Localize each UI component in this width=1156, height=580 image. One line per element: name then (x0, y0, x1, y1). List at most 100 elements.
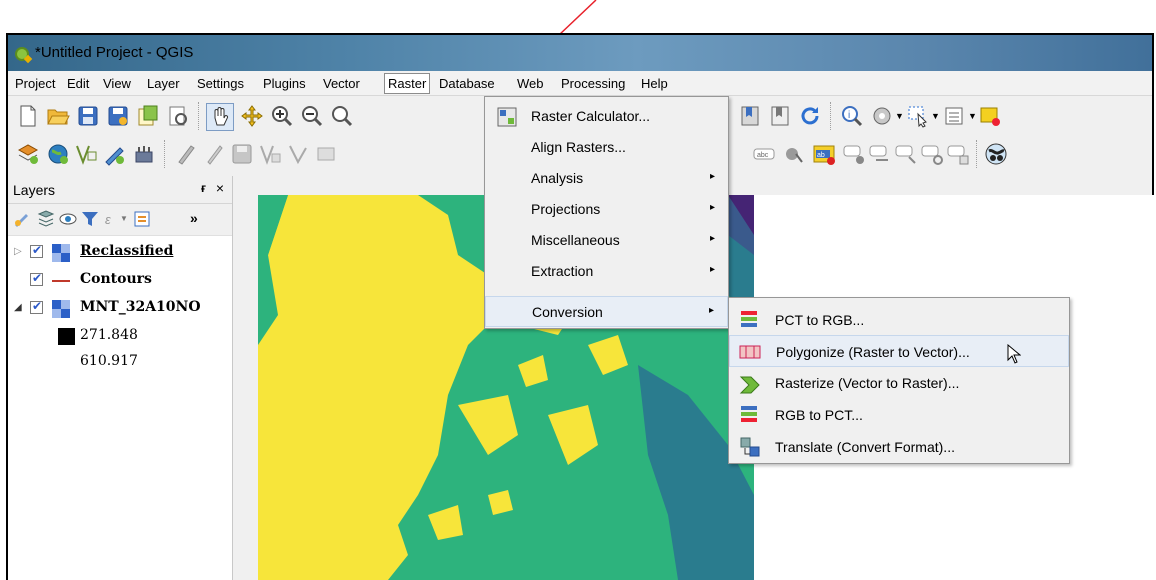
layer-row-contours[interactable]: Contours (8, 270, 232, 292)
show-bookmarks-icon[interactable] (768, 104, 792, 128)
move-label-icon[interactable] (894, 142, 918, 166)
save-project-icon[interactable] (76, 104, 100, 128)
pin-labels-icon[interactable] (782, 142, 806, 166)
expand-arrow-icon[interactable]: ▷ (14, 246, 22, 257)
menu-layer[interactable]: Layer (144, 75, 183, 94)
save-edits-icon[interactable] (230, 142, 254, 166)
identify-features-icon[interactable]: i (840, 104, 864, 128)
pan-tool-icon[interactable] (206, 103, 234, 131)
chevron-down-icon[interactable]: ▼ (931, 111, 940, 121)
data-source-manager-icon[interactable] (16, 142, 40, 166)
manage-visibility-icon[interactable] (58, 209, 78, 229)
toolbar-separator (164, 140, 165, 168)
menu-item-extraction[interactable]: Extraction ▸ (485, 256, 728, 287)
collapse-arrow-icon[interactable]: ◢ (14, 302, 22, 313)
toggle-editing-icon[interactable] (202, 142, 226, 166)
menu-item-miscellaneous[interactable]: Miscellaneous ▸ (485, 225, 728, 256)
submenu-arrow-icon: ▸ (709, 171, 715, 182)
menu-edit[interactable]: Edit (64, 75, 92, 94)
zoom-out-icon[interactable] (300, 104, 324, 128)
svg-text:abc: abc (757, 152, 769, 159)
open-project-icon[interactable] (46, 104, 70, 128)
refresh-icon[interactable] (798, 104, 822, 128)
new-shapefile-icon[interactable] (102, 142, 126, 166)
add-raster-layer-icon[interactable] (46, 142, 70, 166)
menu-item-pct-to-rgb[interactable]: PCT to RGB... (729, 304, 1069, 336)
add-feature-icon[interactable] (258, 142, 282, 166)
float-panel-icon[interactable]: ғ (201, 181, 206, 195)
layer-row-reclassified[interactable]: ▷ Reclassified (8, 242, 232, 264)
menu-settings[interactable]: Settings (194, 75, 247, 94)
layer-visibility-checkbox[interactable] (30, 271, 43, 286)
raster-calculator-icon (497, 107, 517, 127)
conversion-submenu: PCT to RGB... Polygonize (Raster to Vect… (728, 297, 1070, 464)
legend-row-max: 610.917 (8, 352, 232, 374)
menu-item-conversion[interactable]: Conversion ▸ (485, 296, 728, 327)
menu-web[interactable]: Web (514, 75, 547, 94)
layer-name: MNT_32A10NO (80, 299, 201, 315)
menu-item-analysis[interactable]: Analysis ▸ (485, 163, 728, 194)
menu-vector[interactable]: Vector (320, 75, 363, 94)
style-manager-icon[interactable] (12, 209, 32, 229)
menu-view[interactable]: View (100, 75, 134, 94)
highlight-pinned-labels-icon[interactable]: ab (812, 142, 836, 166)
legend-min-value: 271.848 (80, 327, 138, 343)
zoom-in-icon[interactable] (270, 104, 294, 128)
virtual-layer-icon[interactable] (132, 142, 156, 166)
add-vector-layer-icon[interactable] (74, 142, 98, 166)
raster-menu-dropdown: Raster Calculator... Align Rasters... An… (484, 96, 729, 329)
pct-to-rgb-icon (741, 311, 757, 327)
menu-item-projections[interactable]: Projections ▸ (485, 194, 728, 225)
menu-help[interactable]: Help (638, 75, 671, 94)
menu-item-translate[interactable]: Translate (Convert Format)... (729, 431, 1069, 463)
menu-item-align-rasters[interactable]: Align Rasters... (485, 132, 728, 163)
new-bookmark-icon[interactable] (738, 104, 762, 128)
filter-legend-icon[interactable] (80, 209, 100, 229)
menu-item-raster-calculator[interactable]: Raster Calculator... (485, 101, 728, 132)
action-icon[interactable] (870, 104, 894, 128)
menu-plugins[interactable]: Plugins (260, 75, 309, 94)
svg-text:i: i (848, 110, 850, 121)
filter-by-expression-icon[interactable]: ε (102, 209, 122, 229)
vertex-tool-icon[interactable] (286, 142, 310, 166)
show-hide-labels-icon[interactable] (842, 142, 866, 166)
globe-plugin-icon[interactable] (984, 142, 1008, 166)
current-edits-icon[interactable] (174, 142, 198, 166)
svg-text:ab: ab (817, 152, 825, 159)
layer-visibility-checkbox[interactable] (30, 299, 43, 314)
chevron-down-icon[interactable]: ▼ (968, 111, 977, 121)
menu-item-rasterize[interactable]: Rasterize (Vector to Raster)... (729, 367, 1069, 399)
chevron-down-icon[interactable]: ▼ (120, 214, 128, 223)
select-by-value-icon[interactable] (942, 104, 966, 128)
close-panel-icon[interactable]: × (216, 180, 224, 196)
layer-visibility-checkbox[interactable] (30, 243, 43, 258)
move-feature-icon[interactable] (314, 142, 338, 166)
preview-labels-icon[interactable] (868, 142, 892, 166)
menu-raster[interactable]: Raster (384, 73, 431, 94)
layer-row-mnt[interactable]: ◢ MNT_32A10NO (8, 298, 232, 320)
overflow-icon[interactable]: » (190, 210, 198, 226)
rgb-to-pct-icon (741, 406, 757, 422)
new-project-icon[interactable] (16, 104, 40, 128)
pan-to-selection-icon[interactable] (240, 104, 264, 128)
menu-processing[interactable]: Processing (558, 75, 628, 94)
menu-project[interactable]: Project (12, 75, 58, 94)
menu-database[interactable]: Database (436, 75, 498, 94)
print-layout-icon[interactable] (136, 104, 160, 128)
save-as-icon[interactable] (106, 104, 130, 128)
menu-item-rgb-to-pct[interactable]: RGB to PCT... (729, 399, 1069, 431)
add-group-icon[interactable] (36, 209, 56, 229)
label-toolbar-icon[interactable]: abc (752, 142, 776, 166)
change-label-icon[interactable] (946, 142, 970, 166)
toolbar-separator (198, 102, 199, 130)
layout-manager-icon[interactable] (166, 104, 190, 128)
deselect-icon[interactable] (978, 104, 1002, 128)
zoom-native-icon[interactable] (330, 104, 354, 128)
expand-all-icon[interactable] (132, 209, 152, 229)
menu-item-polygonize[interactable]: Polygonize (Raster to Vector)... (729, 335, 1069, 367)
legend-swatch-black (58, 328, 75, 345)
chevron-down-icon[interactable]: ▼ (895, 111, 904, 121)
select-features-icon[interactable] (906, 104, 930, 128)
rotate-label-icon[interactable] (920, 142, 944, 166)
mouse-cursor-icon (1007, 344, 1021, 364)
